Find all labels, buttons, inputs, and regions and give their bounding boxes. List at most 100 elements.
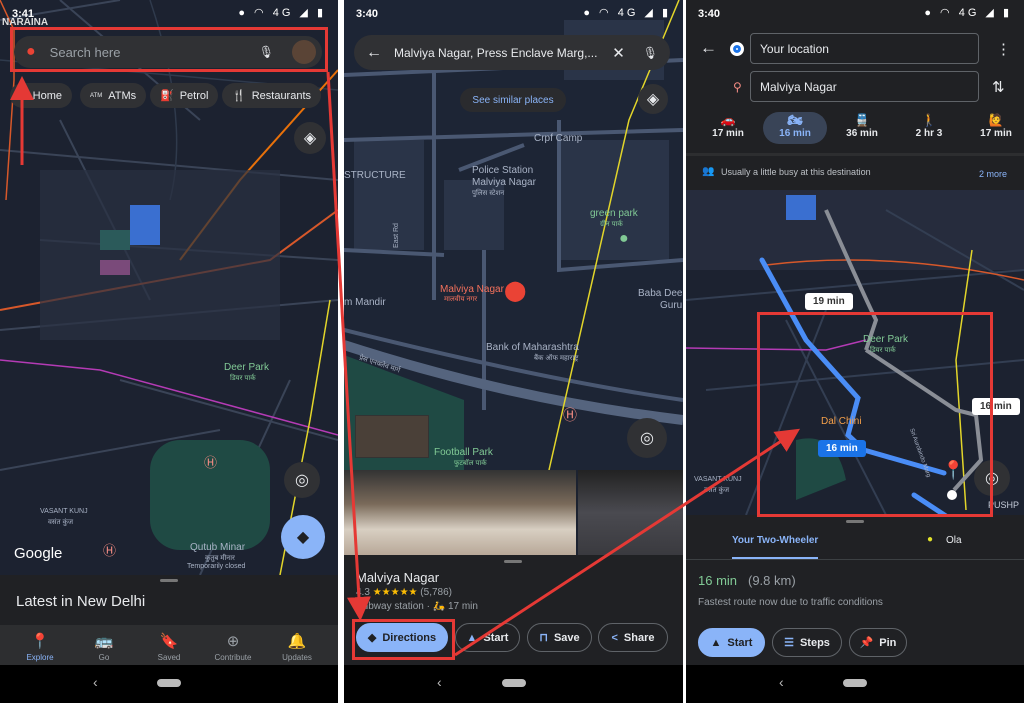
map-label-green-park-hi: ग्रीन पार्क: [600, 221, 623, 228]
map-label-east-rd: East Rd: [392, 223, 400, 248]
layers-button[interactable]: ◈: [638, 84, 668, 114]
place-photo[interactable]: [578, 470, 683, 555]
start-button[interactable]: ▲ Start: [455, 623, 520, 652]
search-input[interactable]: Malviya Nagar, Press Enclave Marg,...: [394, 46, 612, 60]
mode-transit[interactable]: 🚆 36 min: [830, 113, 894, 139]
selected-place-pin-icon[interactable]: ⬤: [504, 278, 526, 303]
pin-button[interactable]: 📌 Pin: [849, 628, 907, 657]
navigation-icon: ▲: [710, 636, 722, 649]
chip-home[interactable]: ⌂ Home: [10, 83, 72, 108]
map-label-mandir: m Mandir: [344, 297, 386, 308]
mic-icon[interactable]: 🎙: [643, 46, 658, 60]
home-pill[interactable]: [501, 679, 526, 687]
mode-car[interactable]: 🚗 17 min: [696, 113, 760, 139]
chip-petrol[interactable]: ⛽ Petrol: [150, 83, 219, 108]
map-label-police-hi: पुलिस स्टेशन: [472, 190, 505, 197]
star-rating-icon: ★★★★★: [372, 587, 418, 598]
place-photo[interactable]: [344, 470, 576, 555]
tab-your-two-wheeler[interactable]: Your Two-Wheeler: [732, 535, 818, 546]
save-button[interactable]: ⊓ Save: [527, 623, 592, 652]
fuel-icon: ⛽: [160, 90, 174, 102]
my-location-button[interactable]: ◎: [627, 418, 667, 458]
park-marker-icon[interactable]: ●: [619, 230, 629, 248]
chip-atms[interactable]: ATM ATMs: [80, 83, 147, 108]
search-bar[interactable]: ← Malviya Nagar, Press Enclave Marg,... …: [354, 35, 670, 70]
destination-value: Malviya Nagar: [760, 80, 837, 94]
map-label-guru: Guru: [660, 300, 683, 311]
bottom-sheet[interactable]: Latest in New Delhi: [0, 575, 338, 627]
eta: 16 min: [698, 573, 738, 588]
map-label-bank: Bank of Maharashtra: [486, 342, 579, 353]
nav-go[interactable]: 🚌 Go: [74, 632, 134, 662]
chip-label: ATMs: [108, 89, 137, 102]
mode-walk[interactable]: 🚶 2 hr 3: [897, 113, 961, 139]
see-similar-places-chip[interactable]: See similar places: [460, 88, 566, 112]
home-pill[interactable]: [843, 679, 867, 687]
hospital-marker-icon[interactable]: Ⓗ: [204, 452, 217, 471]
drag-handle[interactable]: [846, 520, 864, 523]
place-meta: Subway station · 🛵 17 min: [356, 601, 478, 612]
divider: [686, 153, 1024, 156]
annotation-box-route: [757, 312, 993, 517]
start-button[interactable]: ▲ Start: [698, 628, 765, 657]
map-label-qutub-hi: कुतुब मीनार: [205, 555, 235, 562]
photo-strip[interactable]: [344, 470, 683, 555]
status-time: 3:40: [698, 8, 721, 20]
system-nav-bar: ‹: [344, 665, 683, 703]
status-bar: 3:40 ● ◠ 4G ◢ ▮: [344, 6, 683, 22]
origin-input[interactable]: Your location: [750, 33, 979, 64]
hospital-marker-icon[interactable]: Ⓗ: [103, 540, 116, 559]
chip-restaurants[interactable]: 🍴 Restaurants: [222, 83, 322, 108]
destination-pin-icon: ⚲: [733, 80, 742, 94]
button-label: Start: [483, 631, 509, 644]
mode-ride[interactable]: 🙋 17 min: [964, 113, 1024, 139]
mode-two-wheeler[interactable]: 🏍 16 min: [763, 113, 827, 139]
nav-label: Contribute: [214, 653, 252, 662]
my-location-button[interactable]: ◎: [284, 462, 320, 498]
share-button[interactable]: < Share: [598, 623, 668, 652]
distance: (9.8 km): [748, 573, 796, 588]
map-label-baba: Baba Deep: [638, 288, 683, 299]
annotation-box-directions: [352, 619, 455, 660]
add-circle-icon: ⊕: [226, 633, 240, 650]
bell-icon: 🔔: [287, 633, 307, 650]
nav-saved[interactable]: 🔖 Saved: [139, 632, 199, 662]
list-icon: ☰: [784, 637, 794, 649]
back-arrow-icon[interactable]: ←: [366, 44, 382, 62]
map-label-police-2: Malviya Nagar: [472, 177, 536, 188]
button-label: Save: [553, 631, 580, 644]
back-icon[interactable]: ‹: [437, 674, 442, 690]
drag-handle[interactable]: [504, 560, 522, 563]
clear-icon[interactable]: ✕: [612, 44, 625, 62]
map-label-crpf: Crpf Camp: [534, 133, 583, 144]
review-count[interactable]: (5,786): [420, 587, 452, 598]
walk-icon: 🚶: [921, 113, 937, 127]
destination-input[interactable]: Malviya Nagar: [750, 71, 979, 102]
back-arrow-icon[interactable]: ←: [700, 38, 717, 58]
swap-icon[interactable]: ⇅: [992, 78, 1005, 96]
nav-explore[interactable]: 📍 Explore: [10, 632, 70, 662]
street-view-thumbnail[interactable]: [355, 415, 429, 458]
nav-contribute[interactable]: ⊕ Contribute: [203, 632, 263, 662]
mode-time: 17 min: [980, 128, 1012, 139]
ola-dot-icon: ●: [927, 534, 934, 545]
more-options-icon[interactable]: ⋮: [996, 40, 1011, 58]
map-label-vasant-kunj-hi: वसंत कुंज: [48, 519, 74, 526]
map-label-deer-park: Deer Park: [224, 362, 270, 373]
tab-ola[interactable]: Ola: [946, 535, 962, 546]
hospital-marker-icon[interactable]: Ⓗ: [563, 405, 577, 425]
travel-time: 17 min: [447, 601, 478, 612]
nav-updates[interactable]: 🔔 Updates: [267, 632, 327, 662]
more-link[interactable]: 2 more: [979, 169, 1007, 179]
drag-handle[interactable]: [160, 579, 178, 582]
origin-value: Your location: [760, 42, 829, 56]
layers-button[interactable]: ◈: [294, 122, 326, 154]
route-label-alt-1[interactable]: 19 min: [805, 293, 853, 310]
back-icon[interactable]: ‹: [779, 674, 784, 690]
status-icons: ● ◠ 4G ◢ ▮: [583, 7, 671, 19]
directions-icon: ◆: [296, 529, 310, 546]
steps-button[interactable]: ☰ Steps: [772, 628, 842, 657]
directions-fab[interactable]: ◆: [281, 515, 325, 559]
home-pill[interactable]: [157, 679, 181, 687]
back-icon[interactable]: ‹: [93, 674, 98, 690]
